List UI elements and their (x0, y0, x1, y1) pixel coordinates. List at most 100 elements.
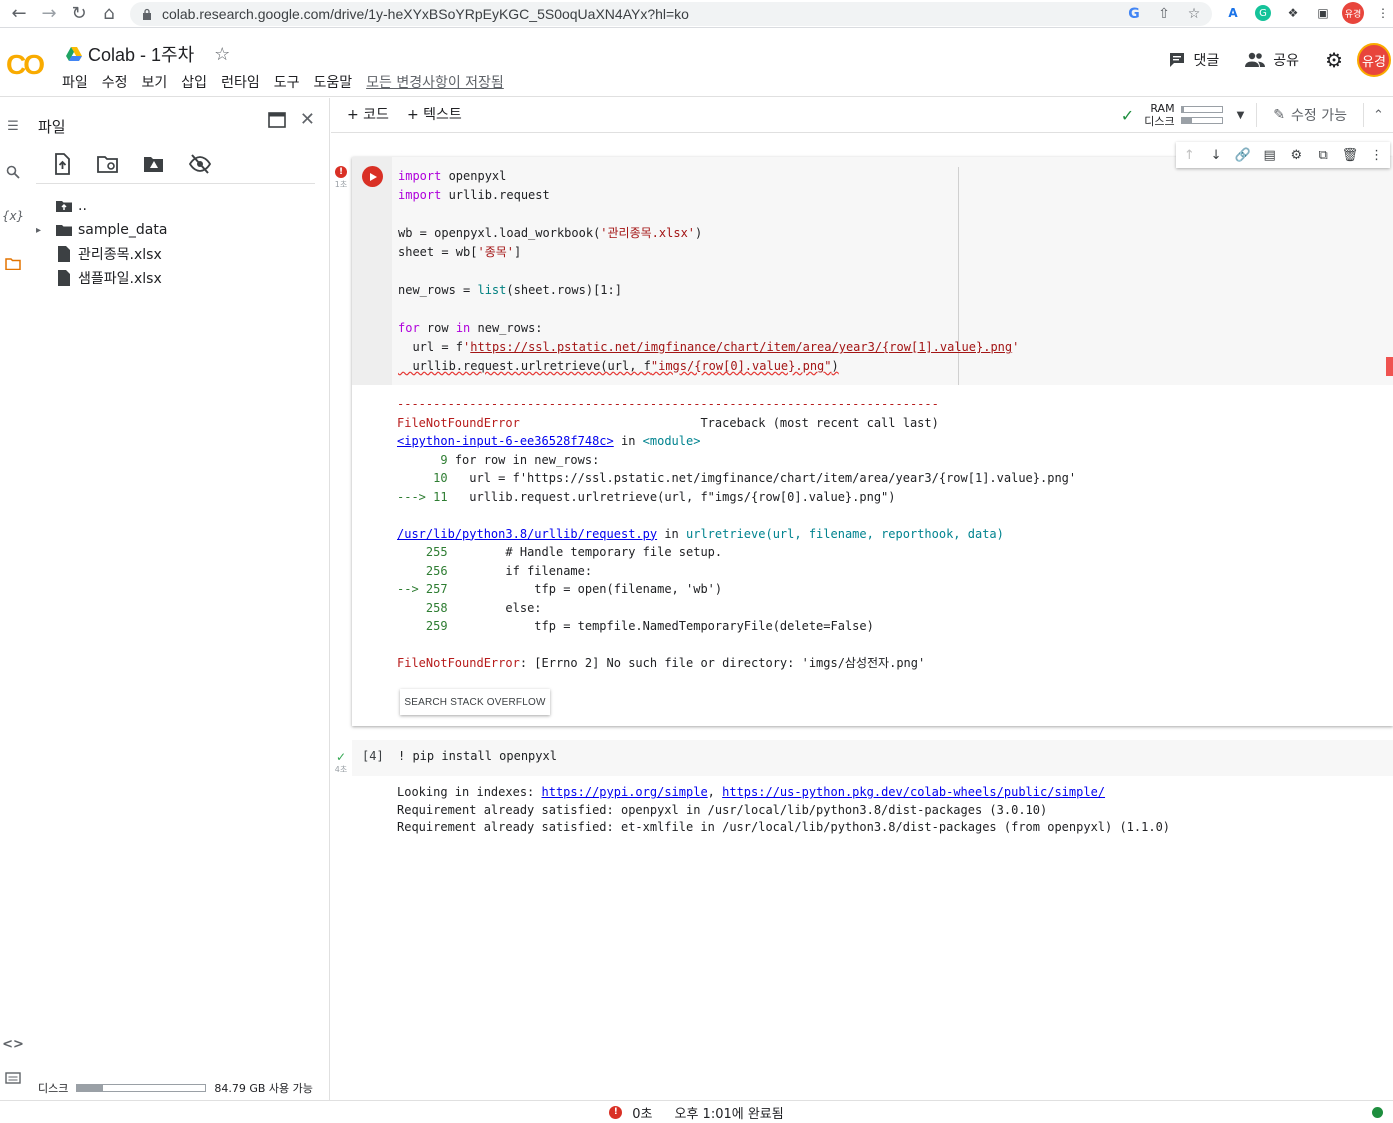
address-bar[interactable]: colab.research.google.com/drive/1y-heXYx… (130, 2, 1212, 26)
menu-tools[interactable]: 도구 (274, 72, 300, 92)
code-snippets-icon[interactable]: <> (2, 1034, 24, 1054)
collapse-header-button[interactable]: ⌃ (1363, 103, 1393, 127)
menu-insert[interactable]: 삽입 (181, 72, 207, 92)
reload-icon[interactable]: ↻ (68, 3, 90, 25)
link-icon[interactable]: 🔗 (1234, 148, 1252, 163)
code-line[interactable]: import urllib.request (398, 186, 1019, 205)
settings-button[interactable]: ⚙ (1325, 48, 1343, 72)
more-options-icon[interactable]: ⋮ (1368, 148, 1386, 163)
output-line: /usr/lib/python3.8/urllib/request.py in … (397, 526, 1004, 541)
add-text-button[interactable]: + 텍스트 (407, 104, 462, 124)
google-icon[interactable]: G (1124, 4, 1144, 24)
cell1-status: ! 1초 (334, 166, 348, 189)
cell-toolbar: ↑ ↓ 🔗 ▤ ⚙ ⧉ 🗑 ⋮ (1176, 142, 1390, 168)
disk-bar (1180, 117, 1223, 124)
success-check-icon: ✓ (335, 750, 347, 764)
hide-files-icon[interactable] (188, 152, 212, 176)
upload-file-icon[interactable] (50, 152, 74, 176)
edit-mode-button[interactable]: ✎ 수정 가능 (1256, 103, 1363, 127)
browser-menu-icon[interactable]: ⋮ (1372, 2, 1393, 24)
code-cell[interactable]: import openpyxl import urllib.request wb … (352, 157, 1393, 726)
code-text[interactable]: import openpyxl import urllib.request wb … (398, 167, 1019, 376)
user-avatar[interactable]: 유경 (1357, 43, 1391, 77)
gear-icon: ⚙ (1325, 48, 1343, 72)
close-icon[interactable]: ✕ (300, 111, 315, 133)
dropdown-arrow-icon[interactable]: ▼ (1237, 110, 1245, 121)
output-line: FileNotFoundError Traceback (most recent… (397, 415, 939, 430)
resource-indicator[interactable]: ✓ RAM 디스크 ▼ (1121, 102, 1244, 128)
execution-duration: 0초 (632, 1106, 653, 1122)
code-line[interactable]: urllib.request.urlretrieve(url, f"imgs/{… (398, 357, 1019, 376)
status-bar[interactable]: ! 0초 오후 1:01에 완료됨 (0, 1100, 1393, 1123)
tree-item-file[interactable]: 샘플파일.xlsx (36, 266, 167, 290)
code-line[interactable]: import openpyxl (398, 167, 1019, 186)
mirror-cell-icon[interactable]: ⧉ (1314, 148, 1332, 163)
notebook-title[interactable]: Colab - 1주차 (88, 41, 194, 67)
output-link[interactable]: https://us-python.pkg.dev/colab-wheels/p… (722, 785, 1105, 799)
menu-file[interactable]: 파일 (62, 72, 88, 92)
cell-settings-icon[interactable]: ⚙ (1287, 148, 1305, 163)
code-line[interactable]: new_rows = list(sheet.rows)[1:] (398, 281, 1019, 300)
delete-icon[interactable]: 🗑 (1341, 148, 1359, 163)
comment-icon[interactable]: ▤ (1261, 148, 1279, 163)
code-line[interactable] (398, 262, 1019, 281)
code-line[interactable] (398, 205, 1019, 224)
table-of-contents-icon[interactable]: ☰ (3, 116, 23, 136)
mount-drive-icon[interactable] (142, 152, 166, 176)
code-text[interactable]: ! pip install openpyxl (398, 749, 557, 763)
add-code-button[interactable]: + 코드 (347, 104, 389, 124)
menu-runtime[interactable]: 런타임 (221, 72, 260, 92)
cell-output: Looking in indexes: https://pypi.org/sim… (397, 785, 1171, 834)
back-arrow-icon[interactable]: ← (8, 3, 30, 25)
home-icon[interactable]: ⌂ (98, 3, 120, 25)
share-button[interactable]: 공유 (1245, 50, 1299, 70)
file-icon (58, 270, 70, 286)
execution-count[interactable]: [4] (362, 749, 384, 763)
profile-avatar[interactable]: 유경 (1342, 2, 1364, 24)
output-line: --> 257 tfp = open(filename, 'wb') (397, 582, 723, 596)
command-palette-icon[interactable] (3, 1068, 23, 1088)
colab-logo[interactable]: CO (6, 49, 45, 81)
files-folder-icon[interactable] (3, 254, 23, 274)
move-up-icon[interactable]: ↑ (1180, 148, 1198, 163)
save-status[interactable]: 모든 변경사항이 저장됨 (366, 72, 504, 92)
search-stack-overflow-button[interactable]: SEARCH STACK OVERFLOW (400, 689, 550, 715)
menu-edit[interactable]: 수정 (102, 72, 128, 92)
tree-item-folder[interactable]: ▸ sample_data (36, 218, 167, 242)
code-line[interactable] (398, 300, 1019, 319)
open-in-tab-icon[interactable] (268, 112, 286, 133)
grammarly-extension-icon[interactable]: G (1252, 2, 1274, 24)
code-cell[interactable]: [4] ! pip install openpyxl (352, 740, 1393, 776)
code-line[interactable]: wb = openpyxl.load_workbook('관리종목.xlsx') (398, 224, 1019, 243)
code-line[interactable]: url = f'https://ssl.pstatic.net/imgfinan… (398, 338, 1019, 357)
forward-arrow-icon[interactable]: → (38, 3, 60, 25)
code-line[interactable]: for row in new_rows: (398, 319, 1019, 338)
bookmark-star-icon[interactable]: ☆ (1184, 4, 1204, 24)
connection-status-icon[interactable] (1372, 1107, 1383, 1118)
move-down-icon[interactable]: ↓ (1207, 148, 1225, 163)
search-icon[interactable] (3, 162, 23, 182)
run-cell-button[interactable] (362, 166, 383, 187)
menu-view[interactable]: 보기 (142, 72, 168, 92)
extensions-puzzle-icon[interactable]: ❖ (1282, 2, 1304, 24)
url-text[interactable]: colab.research.google.com/drive/1y-heXYx… (162, 6, 689, 22)
comments-button[interactable]: 댓글 (1168, 50, 1219, 70)
tree-item-file[interactable]: 관리종목.xlsx (36, 242, 167, 266)
cell-gutter (352, 157, 392, 385)
google-drive-icon (66, 47, 82, 61)
code-editor[interactable]: import openpyxl import urllib.request wb … (392, 157, 1393, 385)
files-sidebar: 파일 ✕ .. ▸ sample_data 관리종목.xlsx 샘플파일.xls… (26, 98, 330, 1100)
menu-help[interactable]: 도움말 (313, 72, 352, 92)
share-page-icon[interactable]: ⇧ (1154, 4, 1174, 24)
output-link[interactable]: https://pypi.org/simple (542, 785, 708, 799)
people-icon (1245, 52, 1266, 67)
variables-icon[interactable]: {x} (2, 206, 24, 226)
code-line[interactable]: sheet = wb['종목'] (398, 243, 1019, 262)
refresh-folder-icon[interactable] (96, 152, 120, 176)
expand-caret-icon[interactable]: ▸ (36, 225, 46, 236)
star-icon[interactable]: ☆ (214, 44, 230, 65)
translate-extension-icon[interactable]: A (1222, 2, 1244, 24)
side-panel-icon[interactable]: ▣ (1312, 2, 1334, 24)
tree-item-parent[interactable]: .. (36, 194, 167, 218)
